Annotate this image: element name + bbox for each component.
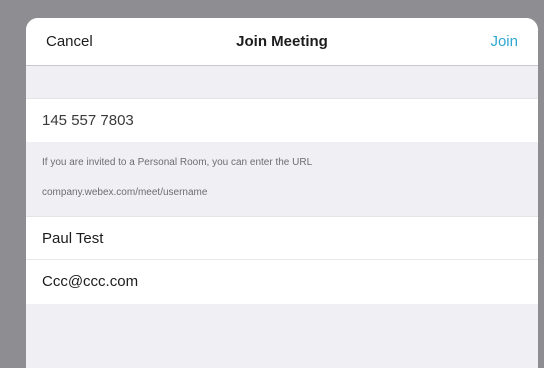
personal-room-hint: If you are invited to a Personal Room, y… bbox=[26, 142, 538, 216]
join-meeting-sheet: Cancel Join Meeting Join 145 557 7803 If… bbox=[26, 18, 538, 368]
page-title: Join Meeting bbox=[236, 33, 328, 50]
join-button[interactable]: Join bbox=[490, 18, 518, 66]
meeting-number-field[interactable]: 145 557 7803 bbox=[26, 98, 538, 142]
meeting-number-value: 145 557 7803 bbox=[42, 112, 134, 129]
email-value: Ccc@ccc.com bbox=[42, 273, 139, 290]
name-field[interactable]: Paul Test bbox=[26, 216, 538, 260]
hint-line-2: company.webex.com/meet/username bbox=[42, 187, 208, 198]
hint-line-1: If you are invited to a Personal Room, y… bbox=[42, 157, 313, 168]
navigation-bar: Cancel Join Meeting Join bbox=[26, 18, 538, 66]
email-field[interactable]: Ccc@ccc.com bbox=[26, 260, 538, 304]
name-value: Paul Test bbox=[42, 230, 104, 247]
cancel-button[interactable]: Cancel bbox=[46, 18, 93, 66]
